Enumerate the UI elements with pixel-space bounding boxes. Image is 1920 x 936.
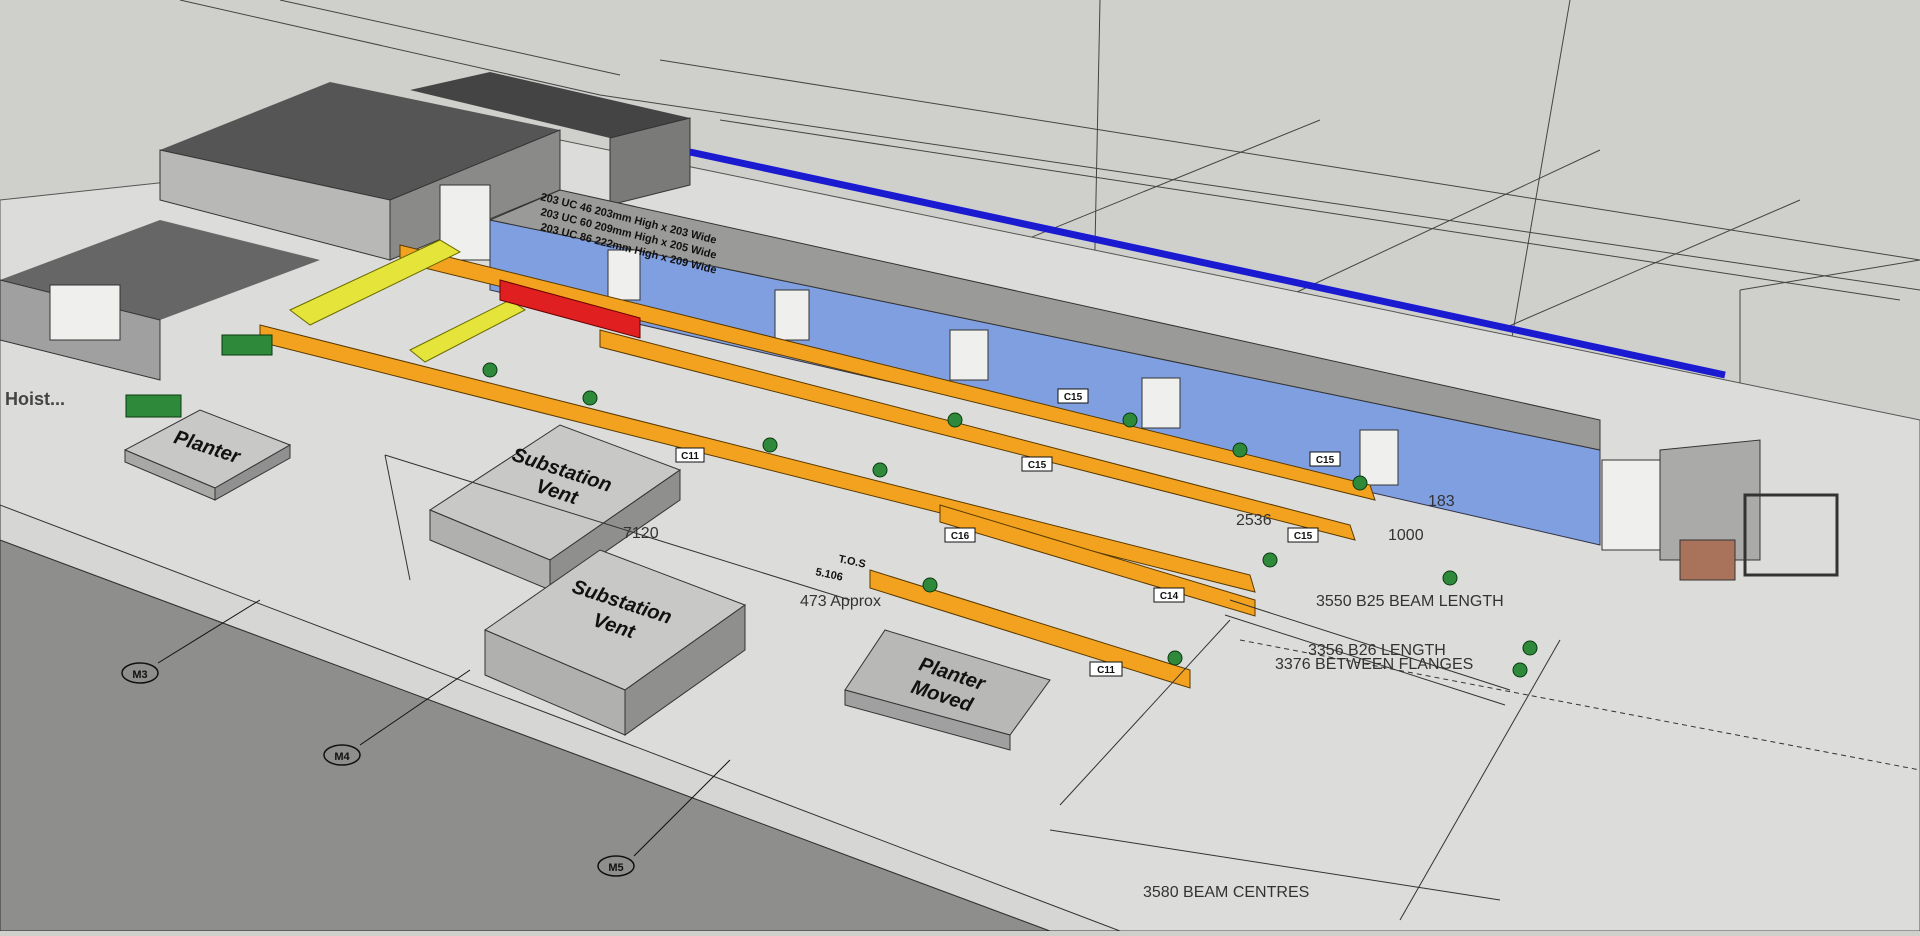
hoist-label: Hoist...: [5, 389, 65, 409]
model-viewport[interactable]: M3 M4 M5 Planter Substation Vent Substat…: [0, 0, 1920, 932]
3d-model-scene[interactable]: M3 M4 M5 Planter Substation Vent Substat…: [0, 0, 1920, 932]
dim-between-flanges: 3376 BETWEEN FLANGES: [1275, 656, 1473, 673]
dim-183: 183: [1428, 493, 1455, 510]
dim-1000: 1000: [1388, 527, 1424, 544]
svg-text:C16: C16: [951, 531, 970, 542]
dim-2536: 2536: [1236, 512, 1272, 529]
svg-text:C11: C11: [681, 451, 699, 462]
svg-text:C15: C15: [1294, 531, 1313, 542]
svg-text:C15: C15: [1028, 460, 1047, 471]
svg-text:C15: C15: [1064, 392, 1083, 403]
svg-text:C14: C14: [1160, 591, 1179, 602]
svg-text:M3: M3: [132, 669, 147, 681]
svg-text:M4: M4: [334, 751, 350, 763]
dim-b25-length: 3550 B25 BEAM LENGTH: [1316, 593, 1504, 610]
svg-text:C15: C15: [1316, 455, 1335, 466]
svg-text:C11: C11: [1097, 665, 1115, 676]
dim-7120: 7120: [623, 525, 659, 542]
svg-text:M5: M5: [608, 862, 623, 874]
dim-beam-centres: 3580 BEAM CENTRES: [1143, 884, 1309, 901]
dim-473-approx: 473 Approx: [800, 593, 881, 610]
